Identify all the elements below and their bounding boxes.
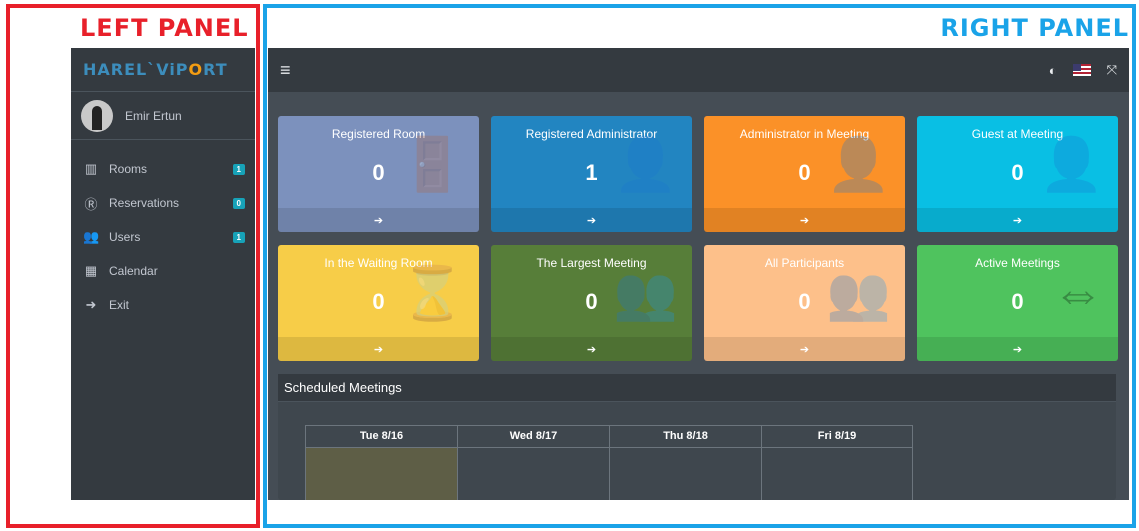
brand-logo[interactable]: HAREL`ViP O RT — [71, 48, 255, 92]
badge: 1 — [232, 163, 245, 175]
card-all-participants: All Participants 0 👥 ➔ — [704, 245, 905, 361]
avatar — [81, 99, 113, 132]
calendar-icon: ▦ — [84, 263, 98, 278]
user-icon: 👤 — [1039, 136, 1104, 194]
card-active-meetings: Active Meetings 0 ⇔ ➔ — [917, 245, 1118, 361]
more-info-button[interactable]: ➔ — [704, 208, 905, 232]
badge: 0 — [232, 197, 245, 209]
scheduled-meetings-panel: Scheduled Meetings Tue 8/16 Wed 8/17 Thu… — [278, 374, 1116, 500]
card-waiting-room: In the Waiting Room 0 ⌛ ➔ — [278, 245, 479, 361]
top-navbar: ≡ ◐ ⤧ — [268, 48, 1129, 92]
more-info-button[interactable]: ➔ — [491, 208, 692, 232]
sidebar-item-users[interactable]: 👥 Users 1 — [71, 220, 255, 254]
calendar-day-thu[interactable]: Thu 8/18 — [609, 425, 761, 500]
card-registered-administrator: Registered Administrator 1 👤 ➔ — [491, 116, 692, 232]
handshake-icon: ⇔ — [1052, 264, 1104, 322]
more-info-button[interactable]: ➔ — [704, 337, 905, 361]
sidebar-item-calendar[interactable]: ▦ Calendar — [71, 254, 255, 288]
card-guest-at-meeting: Guest at Meeting 0 👤 ➔ — [917, 116, 1118, 232]
reservations-icon: Ⓡ — [84, 196, 98, 212]
card-largest-meeting: The Largest Meeting 0 👥 ➔ — [491, 245, 692, 361]
users-icon: 👥 — [83, 229, 100, 244]
sidebar: HAREL`ViP O RT Emir Ertun ▥ Rooms 1 Ⓡ Rese… — [71, 48, 255, 500]
sidebar-item-reservations[interactable]: Ⓡ Reservations 0 — [71, 186, 255, 220]
sidebar-item-exit[interactable]: ➜ Exit — [71, 288, 255, 322]
contrast-icon[interactable]: ◐ — [1049, 63, 1057, 78]
door-icon: 🚪 — [400, 136, 465, 194]
rooms-icon: ▥ — [84, 161, 98, 176]
badge: 1 — [232, 231, 245, 243]
user-plus-icon: 👤 — [826, 136, 891, 194]
more-info-button[interactable]: ➔ — [917, 208, 1118, 232]
user-panel[interactable]: Emir Ertun — [71, 92, 255, 140]
more-info-button[interactable]: ➔ — [278, 337, 479, 361]
main-content: ≡ ◐ ⤧ Registered Room 0 🚪 ➔ Registered A… — [268, 48, 1129, 500]
user-name: Emir Ertun — [125, 108, 182, 123]
fullscreen-icon[interactable]: ⤧ — [1107, 62, 1117, 78]
card-registered-room: Registered Room 0 🚪 ➔ — [278, 116, 479, 232]
right-panel-label: RIGHT PANEL — [940, 14, 1129, 42]
calendar-day-tue[interactable]: Tue 8/16 — [305, 425, 457, 500]
users-icon: 👥 — [613, 265, 678, 323]
exit-icon: ➜ — [85, 297, 97, 312]
menu-icon[interactable]: ≡ — [280, 60, 291, 81]
calendar-day-wed[interactable]: Wed 8/17 — [457, 425, 609, 500]
flag-us-icon[interactable] — [1072, 64, 1091, 76]
user-plus-icon: 👤 — [613, 136, 678, 194]
more-info-button[interactable]: ➔ — [917, 337, 1118, 361]
card-administrator-in-meeting: Administrator in Meeting 0 👤 ➔ — [704, 116, 905, 232]
sidebar-item-rooms[interactable]: ▥ Rooms 1 — [71, 152, 255, 186]
left-panel-label: LEFT PANEL — [80, 14, 249, 42]
more-info-button[interactable]: ➔ — [278, 208, 479, 232]
hourglass-icon: ⌛ — [400, 265, 465, 323]
more-info-button[interactable]: ➔ — [491, 337, 692, 361]
calendar-grid: Tue 8/16 Wed 8/17 Thu 8/18 Fri 8/19 — [305, 425, 913, 500]
sidebar-nav: ▥ Rooms 1 Ⓡ Reservations 0 👥 Users 1 ▦ C… — [71, 140, 255, 322]
calendar-day-fri[interactable]: Fri 8/19 — [761, 425, 913, 500]
scheduled-meetings-title: Scheduled Meetings — [278, 374, 1116, 402]
users-icon: 👥 — [826, 265, 891, 323]
stats-cards: Registered Room 0 🚪 ➔ Registered Adminis… — [278, 116, 1119, 361]
